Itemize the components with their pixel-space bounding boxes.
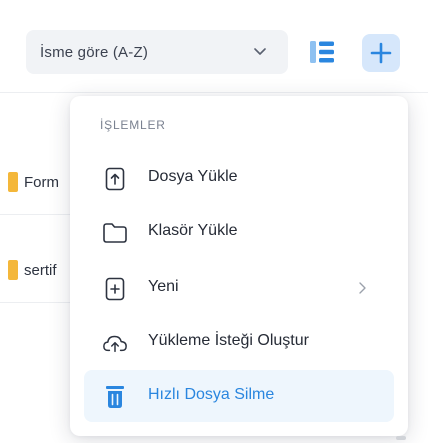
folder-icon — [8, 260, 18, 280]
toolbar-divider — [0, 92, 428, 93]
list-item[interactable]: sertif — [0, 258, 80, 282]
chevron-right-icon — [359, 282, 366, 294]
plus-icon — [370, 42, 392, 64]
list-view-button[interactable] — [306, 34, 338, 70]
menu-item-new[interactable]: Yeni — [84, 262, 394, 314]
list-item[interactable]: Form — [0, 170, 80, 194]
list-item-name: sertif — [24, 261, 57, 279]
menu-item-quick-delete[interactable]: Hızlı Dosya Silme — [84, 370, 394, 422]
menu-item-label: Hızlı Dosya Silme — [148, 386, 275, 403]
file-manager-page: İsme göre (A-Z) Form sertif İŞLEMLER Dos… — [0, 0, 428, 443]
folder-icon — [102, 220, 128, 246]
menu-header: İŞLEMLER — [100, 118, 166, 132]
scrollbar-thumb[interactable] — [396, 436, 406, 440]
menu-item-upload-folder[interactable]: Klasör Yükle — [84, 206, 394, 258]
file-plus-icon — [102, 276, 128, 302]
actions-menu: İŞLEMLER Dosya Yükle Klasör Yükle Yeni Y… — [70, 96, 408, 436]
chevron-down-icon — [254, 48, 266, 55]
add-button[interactable] — [362, 34, 400, 72]
cloud-upload-icon — [102, 330, 128, 356]
sort-select-value: İsme göre (A-Z) — [40, 43, 149, 61]
list-item-name: Form — [24, 173, 59, 191]
menu-item-label: Yeni — [148, 278, 179, 295]
menu-item-label: Yükleme İsteği Oluştur — [148, 332, 309, 349]
menu-item-label: Dosya Yükle — [148, 168, 238, 185]
file-upload-icon — [102, 166, 128, 192]
folder-icon — [8, 172, 18, 192]
sort-select[interactable]: İsme göre (A-Z) — [26, 30, 288, 74]
menu-item-label: Klasör Yükle — [148, 222, 238, 239]
list-view-icon — [310, 41, 334, 63]
menu-item-create-upload-request[interactable]: Yükleme İsteği Oluştur — [84, 316, 394, 368]
menu-item-upload-file[interactable]: Dosya Yükle — [84, 152, 394, 204]
trash-icon — [102, 384, 128, 410]
